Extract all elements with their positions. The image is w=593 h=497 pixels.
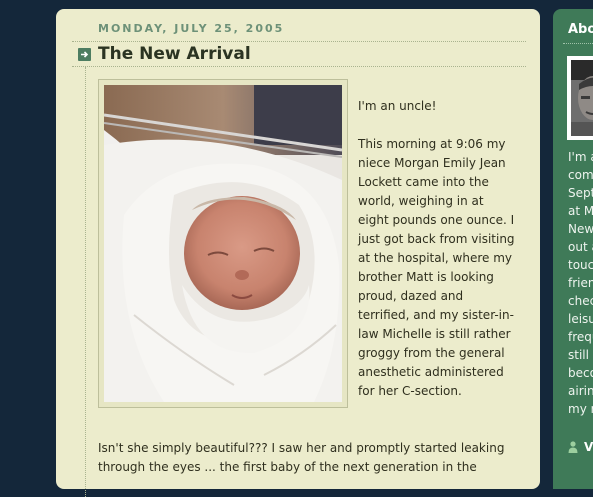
baby-photo-frame (98, 79, 348, 408)
sidebar-text-line: I'm a (568, 150, 593, 164)
arrow-right-icon (78, 47, 91, 61)
view-profile-label: Vi (584, 440, 593, 454)
post-paragraph: This morning at 9:06 my niece Morgan Emi… (358, 137, 515, 398)
post-date: MONDAY, JULY 25, 2005 (98, 22, 285, 35)
sidebar-text-line: still (568, 348, 589, 362)
avatar-frame (567, 56, 593, 140)
avatar[interactable] (571, 60, 593, 136)
sidebar-text-line: leisu (568, 312, 593, 326)
sidebar-text-line: my r (568, 402, 593, 416)
post-left-rule (85, 67, 86, 497)
sidebar-text-line: chec (568, 294, 593, 308)
person-icon (568, 441, 578, 453)
sidebar-text-line: comp (568, 168, 593, 182)
post-body: I'm an uncle! This morning at 9:06 my ni… (358, 97, 515, 420)
sidebar-divider (563, 43, 593, 44)
view-profile-link[interactable]: Vi (568, 440, 593, 454)
sidebar-text-line: beco (568, 366, 593, 380)
sidebar-text-line: frien (568, 276, 593, 290)
post-card: MONDAY, JULY 25, 2005 The New Arrival I'… (56, 9, 540, 497)
sidebar-about-text: I'm a comp Sept at M New out a touc frie… (568, 148, 593, 418)
sidebar-text-line: airin (568, 384, 593, 398)
sidebar-text-line: out a (568, 240, 593, 254)
baby-photo[interactable] (104, 85, 342, 402)
sidebar-text-line: touc (568, 258, 593, 272)
sidebar-about: Abou I'm a comp Sept at M New out a touc… (553, 9, 593, 489)
sidebar-text-line: frequ (568, 330, 593, 344)
sidebar-text-line: at M (568, 204, 593, 218)
sidebar-text-line: Sept (568, 186, 593, 200)
post-paragraph: Isn't she simply beautiful??? I saw her … (98, 441, 505, 474)
sidebar-text-line: New (568, 222, 593, 236)
post-title[interactable]: The New Arrival (98, 44, 251, 64)
post-title-row: The New Arrival (72, 41, 526, 67)
sidebar-title: Abou (568, 22, 593, 37)
post-paragraph: I'm an uncle! (358, 99, 437, 113)
